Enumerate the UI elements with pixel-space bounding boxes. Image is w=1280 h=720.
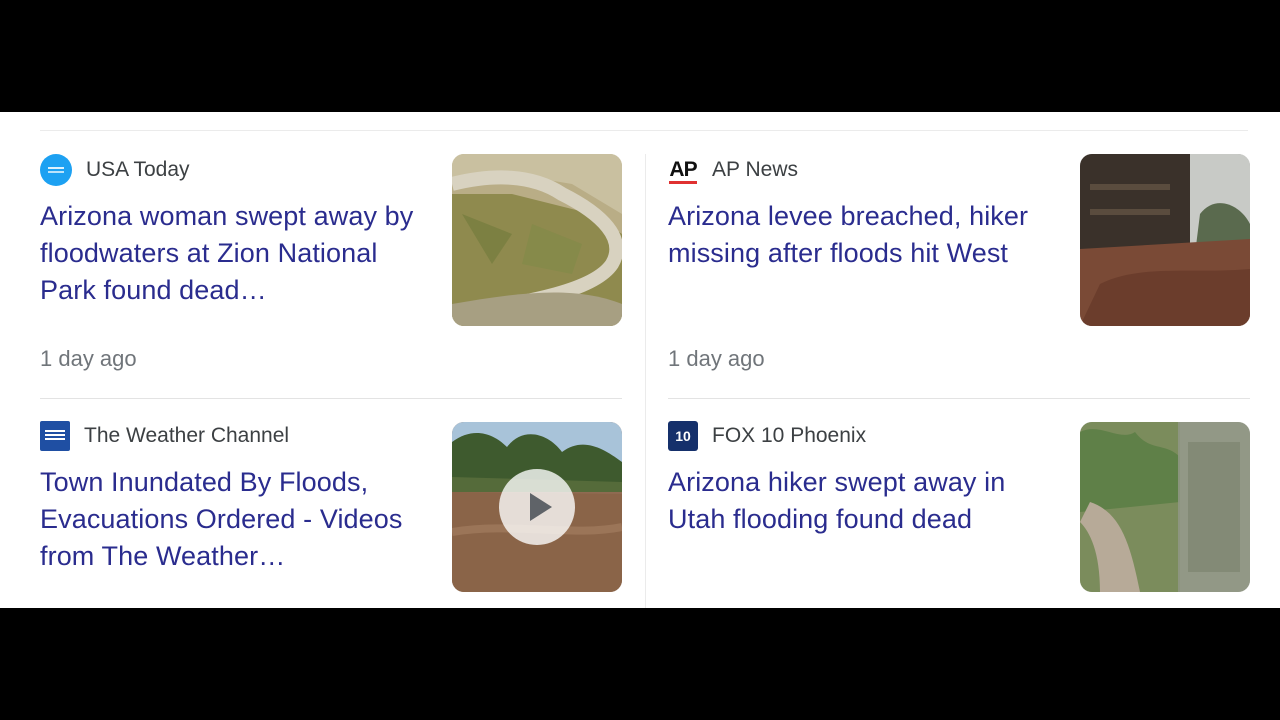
news-card-ap-news[interactable]: AP AP News Arizona levee breached, hiker… <box>668 154 1250 384</box>
source: AP AP News <box>668 154 798 186</box>
source: 10 FOX 10 Phoenix <box>668 420 866 452</box>
source-name: AP News <box>712 158 798 181</box>
news-card-usa-today[interactable]: USA Today Arizona woman swept away by fl… <box>40 154 622 384</box>
usa-today-logo-icon <box>40 154 72 186</box>
headline-link[interactable]: Arizona woman swept away by floodwaters … <box>40 198 420 309</box>
headline-link[interactable]: Arizona levee breached, hiker missing af… <box>668 198 1048 272</box>
headline-link[interactable]: Arizona hiker swept away in Utah floodin… <box>668 464 1048 538</box>
thumbnail-image[interactable] <box>1080 422 1250 592</box>
source-name: USA Today <box>86 158 190 181</box>
row-divider <box>668 398 1250 399</box>
source-name: The Weather Channel <box>84 424 290 447</box>
source: The Weather Channel <box>40 420 289 452</box>
thumbnail-image[interactable] <box>1080 154 1250 326</box>
timestamp: 1 day ago <box>668 346 765 371</box>
row-divider <box>40 398 622 399</box>
source: USA Today <box>40 154 190 186</box>
ap-logo-icon: AP <box>668 155 698 185</box>
video-thumbnail[interactable] <box>452 422 622 592</box>
fox10-logo-icon: 10 <box>668 421 698 451</box>
source-name: FOX 10 Phoenix <box>712 424 867 447</box>
news-card-weather-channel[interactable]: The Weather Channel Town Inundated By Fl… <box>40 420 622 592</box>
divider <box>40 130 1248 131</box>
column-divider <box>645 154 646 608</box>
letterbox-top <box>0 0 1280 112</box>
letterbox-bottom <box>0 608 1280 720</box>
news-panel: USA Today Arizona woman swept away by fl… <box>0 112 1280 608</box>
weather-channel-logo-icon <box>40 421 70 451</box>
headline-link[interactable]: Town Inundated By Floods, Evacuations Or… <box>40 464 420 575</box>
thumbnail-image[interactable] <box>452 154 622 326</box>
news-card-fox10[interactable]: 10 FOX 10 Phoenix Arizona hiker swept aw… <box>668 420 1250 592</box>
timestamp: 1 day ago <box>40 346 137 371</box>
play-icon[interactable] <box>499 469 575 545</box>
